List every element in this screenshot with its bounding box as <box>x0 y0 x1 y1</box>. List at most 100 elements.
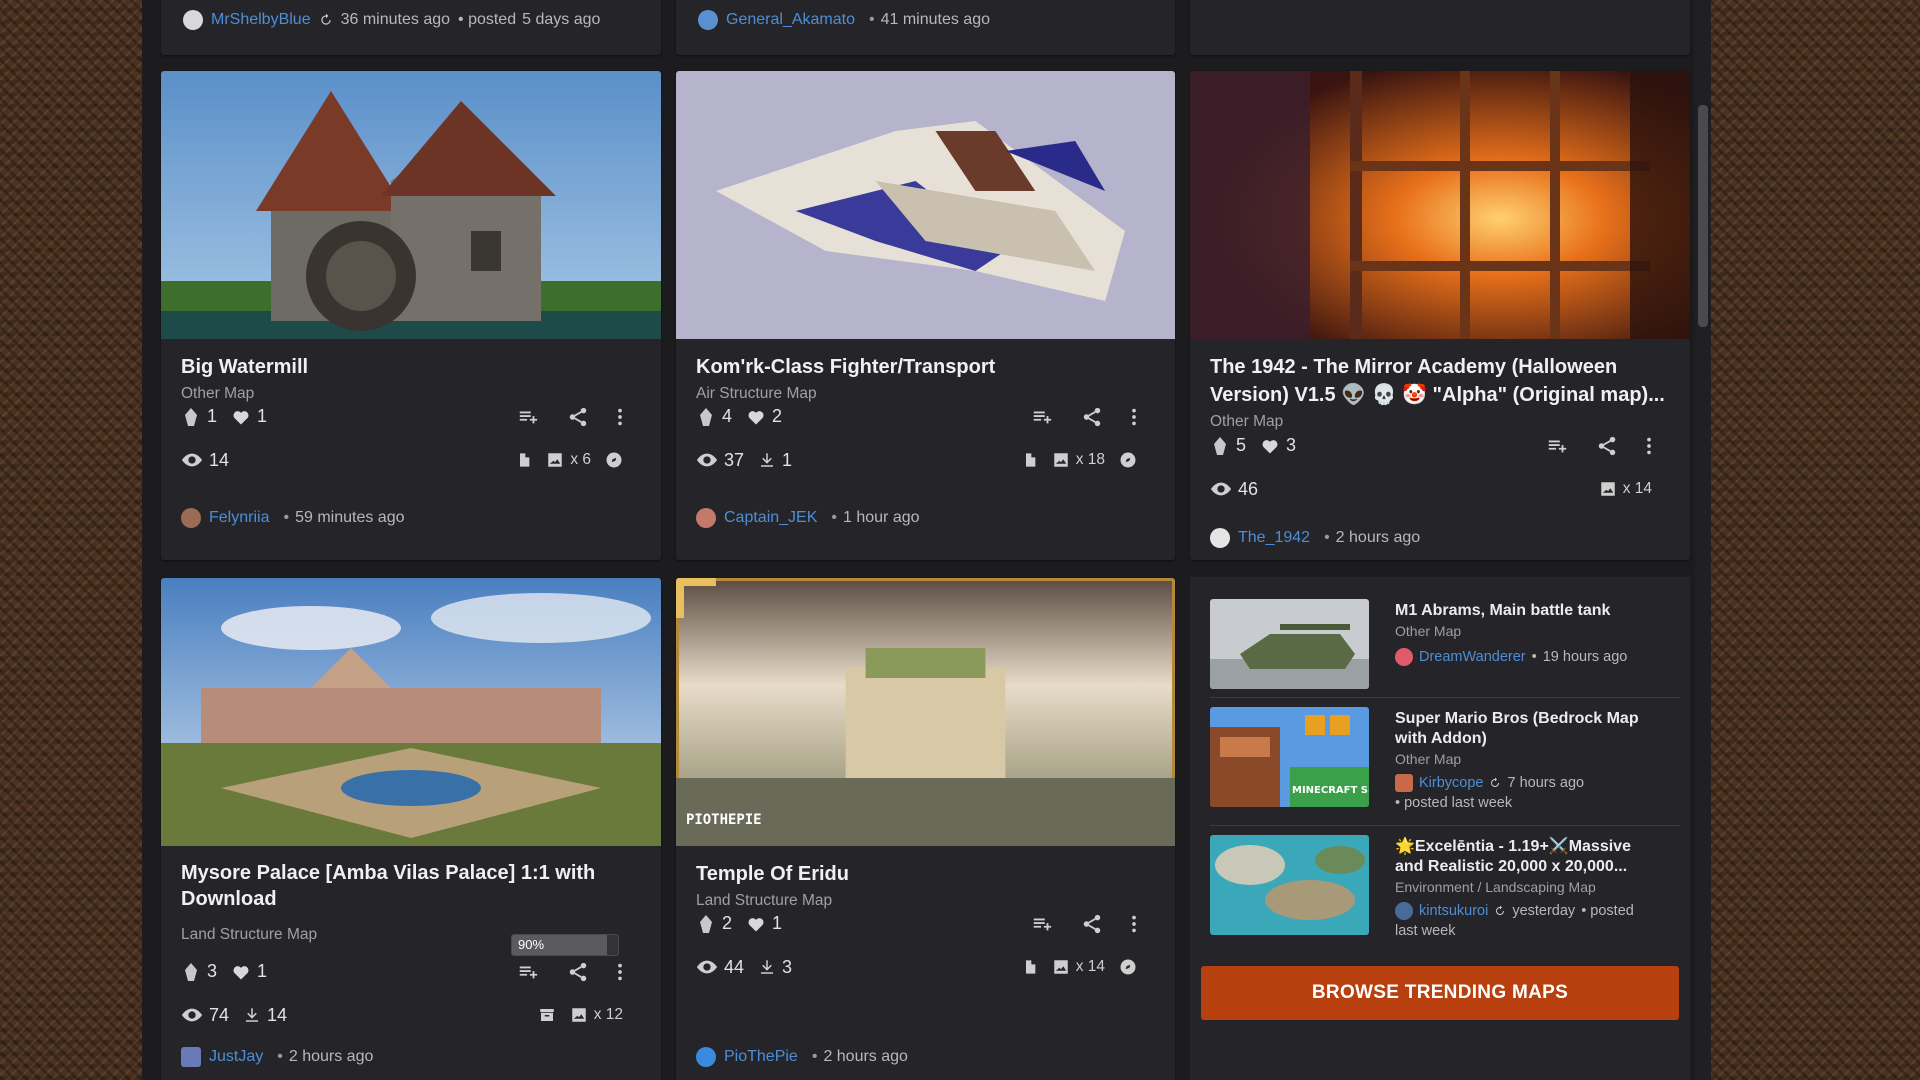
document-icon <box>1025 960 1036 974</box>
avatar[interactable] <box>1395 774 1413 792</box>
browse-trending-maps-button[interactable]: BROWSE TRENDING MAPS <box>1201 966 1679 1020</box>
trending-item[interactable]: M1 Abrams, Main battle tank Other Map Dr… <box>1210 599 1690 711</box>
refresh-icon <box>320 13 331 25</box>
trending-item[interactable]: MINECRAFT SMB Super Mario Bros (Bedrock … <box>1210 707 1690 819</box>
trending-thumbnail[interactable] <box>1210 599 1369 689</box>
map-thumbnail[interactable] <box>161 71 661 339</box>
share-icon[interactable] <box>567 961 589 983</box>
map-thumbnail[interactable]: PIOTHEPIE <box>676 578 1175 846</box>
share-icon[interactable] <box>1081 406 1103 428</box>
share-icon[interactable] <box>1596 435 1618 457</box>
trending-item[interactable]: 🌟Excelēntia - 1.19+⚔️Massive and Realist… <box>1210 835 1690 947</box>
stats-row: 4 2 <box>696 406 1155 427</box>
diamond-stat[interactable]: 3 <box>181 961 217 982</box>
separator-dot: • <box>283 509 290 526</box>
map-category[interactable]: Air Structure Map <box>696 385 1155 403</box>
author-link[interactable]: kintsukuroi <box>1419 901 1488 921</box>
map-title[interactable]: Big Watermill <box>181 353 641 381</box>
avatar[interactable] <box>1395 902 1413 920</box>
map-category[interactable]: Other Map <box>181 385 641 403</box>
heart-icon <box>748 917 764 931</box>
card-top-1[interactable]: MrShelbyBlue 36 minutes ago • posted 5 d… <box>161 0 661 55</box>
map-thumbnail[interactable] <box>161 578 661 846</box>
author-link[interactable]: Kirbycope <box>1419 773 1483 793</box>
compass-icon[interactable] <box>605 451 623 469</box>
author-link[interactable]: MrShelbyBlue <box>211 11 311 29</box>
author-link[interactable]: Felynriia <box>209 509 269 527</box>
author-link[interactable]: General_Akamato <box>726 11 855 29</box>
heart-stat[interactable]: 3 <box>1260 435 1296 456</box>
more-options-icon[interactable] <box>1646 435 1652 457</box>
trending-category[interactable]: Other Map <box>1395 621 1675 641</box>
author-link[interactable]: JustJay <box>209 1048 263 1066</box>
card-top-2[interactable]: General_Akamato • 41 minutes ago <box>676 0 1175 55</box>
map-category[interactable]: Land Structure Map <box>696 892 1155 910</box>
scrollbar-thumb[interactable] <box>1698 105 1708 327</box>
map-thumbnail[interactable] <box>676 71 1175 339</box>
map-title[interactable]: Temple Of Eridu <box>696 860 1155 888</box>
more-options-icon[interactable] <box>617 406 623 428</box>
map-title[interactable]: Kom'rk-Class Fighter/Transport <box>696 353 1155 381</box>
map-card-the-1942[interactable]: The 1942 - The Mirror Academy (Halloween… <box>1190 71 1690 560</box>
trending-category[interactable]: Other Map <box>1395 749 1675 769</box>
diamond-stat[interactable]: 1 <box>181 406 217 427</box>
time-text: 1 hour ago <box>843 509 920 526</box>
map-card-temple-of-eridu[interactable]: PIOTHEPIE Temple Of Eridu Land Structure… <box>676 578 1175 1080</box>
add-to-playlist-icon[interactable] <box>1031 406 1053 428</box>
trending-title-text: Super Mario Bros (Bedrock Map <box>1395 710 1639 727</box>
trending-thumbnail[interactable]: MINECRAFT SMB <box>1210 707 1369 807</box>
author-link[interactable]: DreamWanderer <box>1419 647 1526 667</box>
avatar[interactable] <box>1395 648 1413 666</box>
diamond-stat[interactable]: 5 <box>1210 435 1246 456</box>
trending-title[interactable]: M1 Abrams, Main battle tank Other Map Dr… <box>1395 601 1675 667</box>
avatar[interactable] <box>183 10 203 30</box>
add-to-playlist-icon[interactable] <box>517 961 539 983</box>
add-to-playlist-icon[interactable] <box>1031 913 1053 935</box>
downloads-count: 3 <box>782 956 793 977</box>
map-card-big-watermill[interactable]: Big Watermill Other Map 1 1 14 x 6 Felyn… <box>161 71 661 560</box>
avatar[interactable] <box>696 1047 716 1067</box>
diamond-stat[interactable]: 4 <box>696 406 732 427</box>
card-top-3[interactable] <box>1190 0 1690 55</box>
heart-stat[interactable]: 1 <box>746 913 782 934</box>
heart-stat[interactable]: 1 <box>231 961 267 982</box>
trending-category[interactable]: Environment / Landscaping Map <box>1395 877 1675 897</box>
avatar[interactable] <box>698 10 718 30</box>
add-to-playlist-icon[interactable] <box>517 406 539 428</box>
trending-author: DreamWanderer • 19 hours ago <box>1395 647 1675 667</box>
compass-icon[interactable] <box>1119 958 1137 976</box>
share-icon[interactable] <box>567 406 589 428</box>
map-title[interactable]: Mysore Palace [Amba Vilas Palace] 1:1 wi… <box>181 860 641 912</box>
diamond-icon <box>700 407 712 426</box>
compass-icon[interactable] <box>1119 451 1137 469</box>
views-row: 14 x 6 <box>181 449 641 471</box>
heart-stat[interactable]: 1 <box>231 406 267 427</box>
map-card-mysore-palace[interactable]: Mysore Palace [Amba Vilas Palace] 1:1 wi… <box>161 578 661 1080</box>
map-card-komrk[interactable]: Kom'rk-Class Fighter/Transport Air Struc… <box>676 71 1175 560</box>
avatar[interactable] <box>1210 528 1230 548</box>
avatar[interactable] <box>181 1047 201 1067</box>
image-icon <box>1053 960 1068 974</box>
views-count: 44 <box>724 956 745 977</box>
add-to-playlist-icon[interactable] <box>1546 435 1568 457</box>
trending-title[interactable]: 🌟Excelēntia - 1.19+⚔️Massive and Realist… <box>1395 837 1675 941</box>
trending-thumbnail[interactable] <box>1210 835 1369 935</box>
more-options-icon[interactable] <box>1131 913 1137 935</box>
share-icon[interactable] <box>1081 913 1103 935</box>
avatar[interactable] <box>696 508 716 528</box>
time-text: 2 hours ago <box>1335 529 1421 546</box>
more-options-icon[interactable] <box>1131 406 1137 428</box>
avatar[interactable] <box>181 508 201 528</box>
author-link[interactable]: Captain_JEK <box>724 509 817 527</box>
map-category[interactable]: Other Map <box>1210 413 1670 431</box>
trending-title[interactable]: Super Mario Bros (Bedrock Map with Addon… <box>1395 709 1675 813</box>
heart-stat[interactable]: 2 <box>746 406 782 427</box>
diamond-stat[interactable]: 2 <box>696 913 732 934</box>
author-link[interactable]: The_1942 <box>1238 529 1310 547</box>
scrollbar[interactable] <box>1695 0 1711 1080</box>
map-title[interactable]: The 1942 - The Mirror Academy (Halloween… <box>1210 353 1670 409</box>
card-author: JustJay • 2 hours ago <box>181 1047 373 1067</box>
map-thumbnail[interactable] <box>1190 71 1690 339</box>
author-link[interactable]: PioThePie <box>724 1048 798 1066</box>
more-options-icon[interactable] <box>617 961 623 983</box>
